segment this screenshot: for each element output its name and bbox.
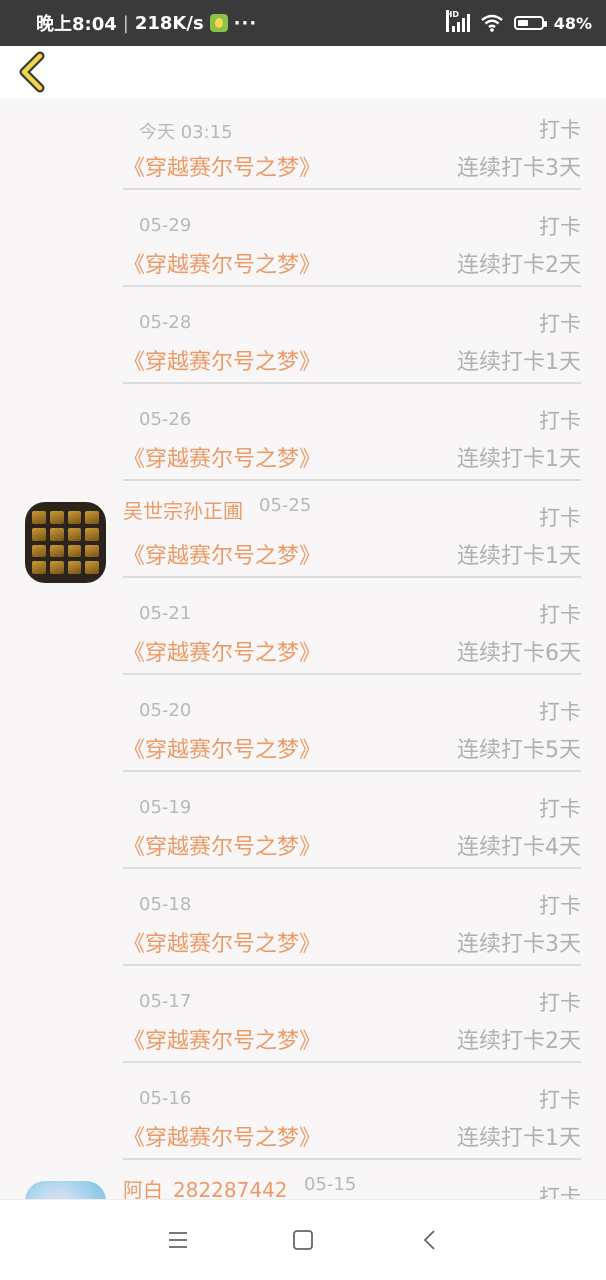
record-content: 05-21 打卡《穿越赛尔号之梦》 连续打卡6天 xyxy=(123,583,581,675)
book-title-link[interactable]: 《穿越赛尔号之梦》 xyxy=(123,635,321,667)
record-content: 05-18 打卡《穿越赛尔号之梦》 连续打卡3天 xyxy=(123,874,581,966)
record-content: 05-16 打卡《穿越赛尔号之梦》 连续打卡1天 xyxy=(123,1068,581,1160)
streak-count: 连续打卡1天 xyxy=(457,544,581,569)
back-button[interactable] xyxy=(14,50,58,94)
streak-count: 连续打卡1天 xyxy=(457,350,581,375)
user-name[interactable]: 吴世宗孙正圃 xyxy=(123,495,243,524)
clock: 晚上8:04 xyxy=(36,14,117,35)
book-title-link[interactable]: 《穿越赛尔号之梦》 xyxy=(123,926,321,958)
record-content: 今天 03:15 打卡《穿越赛尔号之梦》 连续打卡3天 xyxy=(123,98,581,190)
list-item[interactable]: 05-21 打卡《穿越赛尔号之梦》 连续打卡6天 xyxy=(0,583,606,680)
record-time: 05-17 xyxy=(139,991,192,1012)
record-time: 05-19 xyxy=(139,797,192,818)
record-content: 阿白_282287442 05-15 打卡 xyxy=(123,1165,581,1199)
record-time: 05-15 xyxy=(304,1174,357,1195)
record-content: 05-28 打卡《穿越赛尔号之梦》 连续打卡1天 xyxy=(123,292,581,384)
streak-count: 连续打卡5天 xyxy=(457,738,581,763)
book-title-link[interactable]: 《穿越赛尔号之梦》 xyxy=(123,538,321,570)
more-notifications-icon: ··· xyxy=(233,12,258,34)
record-type: 打卡 xyxy=(539,1185,581,1199)
list-item[interactable]: 05-29 打卡《穿越赛尔号之梦》 连续打卡2天 xyxy=(0,195,606,292)
book-title-link[interactable]: 《穿越赛尔号之梦》 xyxy=(123,829,321,861)
list-item[interactable]: 05-28 打卡《穿越赛尔号之梦》 连续打卡1天 xyxy=(0,292,606,389)
app-notification-icon xyxy=(209,14,228,32)
record-content: 05-17 打卡《穿越赛尔号之梦》 连续打卡2天 xyxy=(123,971,581,1063)
status-separator: | xyxy=(122,12,129,34)
record-time: 05-26 xyxy=(139,409,192,430)
book-title-link[interactable]: 《穿越赛尔号之梦》 xyxy=(123,150,321,182)
record-type: 打卡 xyxy=(539,603,581,627)
system-nav-bar xyxy=(0,1199,606,1280)
checkin-record-list[interactable]: 今天 03:15 打卡 《穿越赛尔号之梦》 连续打卡3天 05-29 打卡 《穿越赛尔号之梦… xyxy=(0,98,606,1199)
list-item[interactable]: 吴世宗孙正圃 05-25 打卡《穿越赛尔号之梦》 连续打卡1天 xyxy=(0,486,606,583)
list-item[interactable]: 05-20 打卡《穿越赛尔号之梦》 连续打卡5天 xyxy=(0,680,606,777)
wifi-icon xyxy=(480,14,503,32)
book-title-link[interactable]: 《穿越赛尔号之梦》 xyxy=(123,1120,321,1152)
back-icon[interactable] xyxy=(410,1220,450,1260)
record-type: 打卡 xyxy=(539,118,581,142)
record-content: 05-19 打卡《穿越赛尔号之梦》 连续打卡4天 xyxy=(123,777,581,869)
record-type: 打卡 xyxy=(539,797,581,821)
record-type: 打卡 xyxy=(539,894,581,918)
streak-count: 连续打卡1天 xyxy=(457,447,581,472)
list-item[interactable]: 05-26 打卡《穿越赛尔号之梦》 连续打卡1天 xyxy=(0,389,606,486)
battery-percent: 48% xyxy=(553,13,592,33)
battery-icon xyxy=(513,16,547,30)
record-type: 打卡 xyxy=(539,700,581,724)
record-time: 05-20 xyxy=(139,700,192,721)
streak-count: 连续打卡1天 xyxy=(457,1126,581,1151)
list-item[interactable]: 05-19 打卡《穿越赛尔号之梦》 连续打卡4天 xyxy=(0,777,606,874)
book-title-link[interactable]: 《穿越赛尔号之梦》 xyxy=(123,1023,321,1055)
status-right: HD 48% xyxy=(445,0,592,46)
record-type: 打卡 xyxy=(539,312,581,336)
record-type: 打卡 xyxy=(539,991,581,1015)
list-item[interactable]: 今天 03:15 打卡《穿越赛尔号之梦》 连续打卡3天 xyxy=(0,98,606,195)
record-type: 打卡 xyxy=(539,1088,581,1112)
cell-signal-icon: HD xyxy=(445,10,470,34)
record-time: 05-25 xyxy=(259,495,312,516)
user-name[interactable]: 阿白_282287442 xyxy=(123,1174,288,1199)
streak-count: 连续打卡2天 xyxy=(457,253,581,278)
streak-count: 连续打卡3天 xyxy=(457,932,581,957)
record-time: 05-28 xyxy=(139,312,192,333)
record-time: 05-21 xyxy=(139,603,192,624)
streak-count: 连续打卡3天 xyxy=(457,156,581,181)
record-time: 05-29 xyxy=(139,215,192,236)
avatar[interactable] xyxy=(25,1181,106,1199)
book-title-link[interactable]: 《穿越赛尔号之梦》 xyxy=(123,441,321,473)
record-type: 打卡 xyxy=(539,506,581,530)
status-left: 晚上8:04 | 218K/s ··· xyxy=(36,0,257,46)
list-item[interactable]: 阿白_282287442 05-15 打卡 xyxy=(0,1165,606,1199)
streak-count: 连续打卡6天 xyxy=(457,641,581,666)
hd-label: HD xyxy=(445,10,459,32)
record-time: 今天 03:15 xyxy=(139,122,233,143)
book-title-link[interactable]: 《穿越赛尔号之梦》 xyxy=(123,732,321,764)
record-time: 05-18 xyxy=(139,894,192,915)
book-title-link[interactable]: 《穿越赛尔号之梦》 xyxy=(123,344,321,376)
menu-icon[interactable] xyxy=(158,1220,198,1260)
book-title-link[interactable]: 《穿越赛尔号之梦》 xyxy=(123,247,321,279)
home-square-icon[interactable] xyxy=(283,1220,323,1260)
record-content: 05-20 打卡《穿越赛尔号之梦》 连续打卡5天 xyxy=(123,680,581,772)
streak-count: 连续打卡4天 xyxy=(457,835,581,860)
list-item[interactable]: 05-16 打卡《穿越赛尔号之梦》 连续打卡1天 xyxy=(0,1068,606,1165)
record-content: 05-29 打卡《穿越赛尔号之梦》 连续打卡2天 xyxy=(123,195,581,287)
avatar[interactable] xyxy=(25,502,106,583)
record-time: 05-16 xyxy=(139,1088,192,1109)
record-type: 打卡 xyxy=(539,215,581,239)
list-item[interactable]: 05-17 打卡《穿越赛尔号之梦》 连续打卡2天 xyxy=(0,971,606,1068)
record-content: 吴世宗孙正圃 05-25 打卡《穿越赛尔号之梦》 连续打卡1天 xyxy=(123,486,581,578)
header-bar xyxy=(0,46,606,98)
list-item[interactable]: 05-18 打卡《穿越赛尔号之梦》 连续打卡3天 xyxy=(0,874,606,971)
network-speed: 218K/s xyxy=(134,12,204,34)
record-content: 05-26 打卡《穿越赛尔号之梦》 连续打卡1天 xyxy=(123,389,581,481)
streak-count: 连续打卡2天 xyxy=(457,1029,581,1054)
status-bar: 晚上8:04 | 218K/s ··· HD 48% xyxy=(0,0,606,46)
record-type: 打卡 xyxy=(539,409,581,433)
